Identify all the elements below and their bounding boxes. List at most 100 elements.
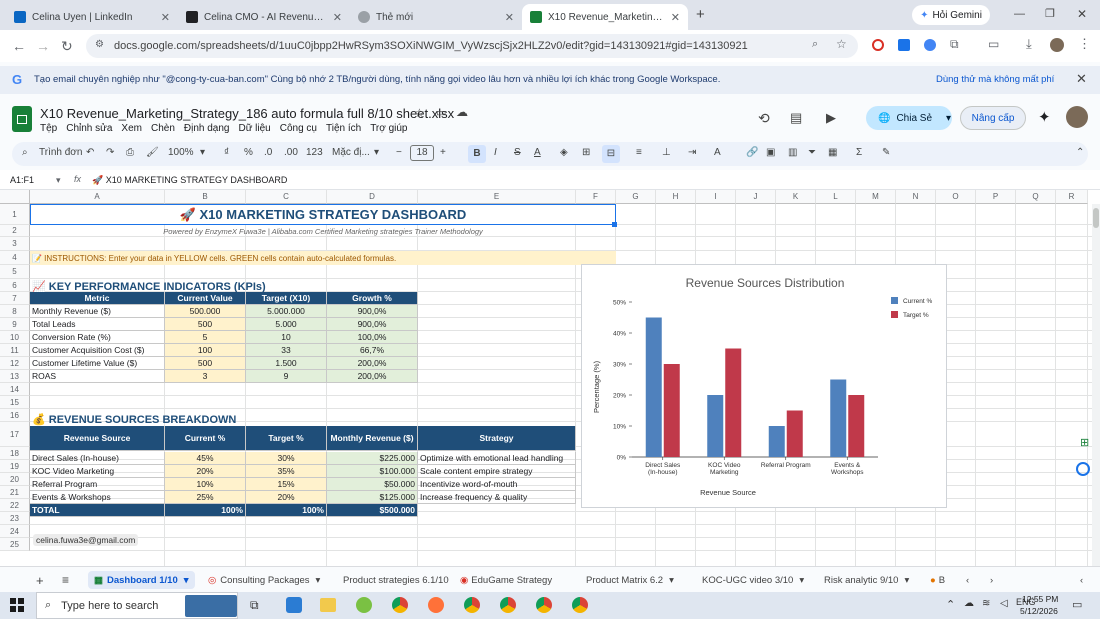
print-icon[interactable]: ⎙: [126, 147, 134, 158]
functions-icon[interactable]: Σ: [856, 147, 862, 158]
row-header[interactable]: 14: [0, 383, 30, 396]
column-header[interactable]: O: [936, 190, 976, 204]
reload-icon[interactable]: ↻: [61, 38, 73, 55]
vertical-scrollbar[interactable]: [1092, 204, 1100, 566]
row-header[interactable]: 1: [0, 204, 30, 225]
kpi-cell[interactable]: Total Leads: [30, 318, 165, 331]
zoom-icon[interactable]: ⌕: [812, 38, 818, 51]
formula-input[interactable]: 🚀 X10 MARKETING STRATEGY DASHBOARD: [92, 175, 287, 186]
column-header[interactable]: H: [656, 190, 696, 204]
menu-edit[interactable]: Chỉnh sửa: [66, 123, 112, 134]
revenue-cell[interactable]: $100.000: [327, 465, 418, 478]
kpi-cell[interactable]: 500: [165, 357, 246, 370]
tab-b[interactable]: ● B: [924, 571, 951, 589]
link-icon[interactable]: 🔗: [746, 147, 758, 158]
row-header[interactable]: 9: [0, 318, 30, 331]
revenue-cell[interactable]: 20%: [165, 465, 246, 478]
row-header[interactable]: 10: [0, 331, 30, 344]
kpi-cell[interactable]: 5.000.000: [246, 305, 327, 318]
revenue-cell[interactable]: Direct Sales (In-house): [30, 452, 165, 465]
revenue-cell[interactable]: Scale content empire strategy: [418, 465, 576, 478]
row-header[interactable]: 18: [0, 447, 30, 460]
chrome-icon[interactable]: [392, 597, 408, 613]
notification-icon[interactable]: ▭: [1072, 598, 1082, 611]
number-format-button[interactable]: 123: [306, 147, 323, 158]
kpi-cell[interactable]: 10: [246, 331, 327, 344]
filter-icon[interactable]: ⏷: [808, 147, 816, 158]
column-header[interactable]: D: [327, 190, 418, 204]
column-header[interactable]: G: [616, 190, 656, 204]
kpi-cell[interactable]: 200,0%: [327, 370, 418, 383]
tab-product-strategies[interactable]: Product strategies 6.1/10: [337, 571, 455, 589]
move-folder-icon[interactable]: ▭: [436, 106, 446, 119]
menu-tools[interactable]: Công cụ: [280, 123, 317, 134]
tab-consulting-packages[interactable]: ◎ Consulting Packages ▾: [202, 571, 326, 589]
column-header[interactable]: N: [896, 190, 936, 204]
menu-search[interactable]: Trình đơn: [39, 147, 82, 158]
revenue-cell[interactable]: 25%: [165, 491, 246, 504]
row-header[interactable]: 12: [0, 357, 30, 370]
close-icon[interactable]: ✕: [161, 11, 170, 24]
kpi-cell[interactable]: 500.000: [165, 305, 246, 318]
column-header[interactable]: J: [736, 190, 776, 204]
menu-insert[interactable]: Chèn: [151, 123, 175, 134]
meet-icon[interactable]: ▶: [826, 110, 836, 126]
doc-title[interactable]: X10 Revenue_Marketing_Strategy_186 auto …: [40, 106, 454, 121]
font-size-input[interactable]: 18: [410, 145, 434, 161]
sidebar-collapse-icon[interactable]: ‹: [1074, 571, 1089, 589]
row-header[interactable]: 25: [0, 538, 30, 551]
chrome-profile-icon[interactable]: [500, 597, 516, 613]
font-select[interactable]: Mặc đị...: [332, 147, 370, 158]
kpi-cell[interactable]: 9: [246, 370, 327, 383]
volume-icon[interactable]: ◁: [1000, 598, 1008, 609]
row-header[interactable]: 2: [0, 225, 30, 237]
revenue-cell[interactable]: $125.000: [327, 491, 418, 504]
kpi-cell[interactable]: 100,0%: [327, 331, 418, 344]
insert-comment-icon[interactable]: ▣: [766, 147, 775, 158]
network-icon[interactable]: ☁: [964, 598, 974, 609]
menu-view[interactable]: Xem: [121, 123, 142, 134]
copilot-icon[interactable]: [286, 597, 302, 613]
column-header[interactable]: R: [1056, 190, 1088, 204]
name-box[interactable]: A1:F1: [10, 175, 34, 185]
translate-icon[interactable]: [898, 39, 910, 51]
currency-format-button[interactable]: ₫: [224, 147, 229, 158]
kpi-cell[interactable]: ROAS: [30, 370, 165, 383]
row-header[interactable]: 5: [0, 265, 30, 279]
taskbar-date[interactable]: 5/12/2026: [1020, 606, 1058, 616]
kpi-cell[interactable]: 500: [165, 318, 246, 331]
chrome-profile-icon[interactable]: [464, 597, 480, 613]
align-vertical-icon[interactable]: ⊥: [662, 147, 671, 158]
fill-color-icon[interactable]: ◈: [560, 147, 568, 158]
task-view-icon[interactable]: ⧉: [250, 598, 259, 613]
text-rotate-icon[interactable]: A: [714, 147, 721, 158]
browser-tab-new[interactable]: Thẻ mới ✕: [350, 4, 522, 30]
kpi-cell[interactable]: 200,0%: [327, 357, 418, 370]
kpi-cell[interactable]: Monthly Revenue ($): [30, 305, 165, 318]
kpi-cell[interactable]: Customer Acquisition Cost ($): [30, 344, 165, 357]
share-button[interactable]: 🌐 Chia Sẻ ▾: [866, 106, 952, 130]
font-size-decrease-icon[interactable]: −: [396, 147, 402, 158]
strikethrough-button[interactable]: S: [514, 147, 521, 158]
row-header[interactable]: 20: [0, 473, 30, 486]
window-close-icon[interactable]: ✕: [1077, 7, 1087, 21]
italic-button[interactable]: I: [494, 147, 497, 158]
row-header[interactable]: 11: [0, 344, 30, 357]
kpi-cell[interactable]: 33: [246, 344, 327, 357]
revenue-cell[interactable]: 20%: [246, 491, 327, 504]
more-menu-icon[interactable]: ⋮: [1078, 36, 1091, 52]
promo-close-icon[interactable]: ✕: [1076, 71, 1087, 87]
menu-file[interactable]: Tệp: [40, 123, 57, 134]
column-header[interactable]: A: [30, 190, 165, 204]
promo-cta-link[interactable]: Dùng thử mà không mất phí: [936, 74, 1054, 85]
kpi-cell[interactable]: 900,0%: [327, 305, 418, 318]
row-header[interactable]: 22: [0, 499, 30, 512]
add-sheet-button[interactable]: +: [30, 571, 50, 589]
revenue-cell[interactable]: 30%: [246, 452, 327, 465]
scroll-tabs-left-icon[interactable]: ‹: [960, 571, 975, 589]
all-sheets-icon[interactable]: ≡: [56, 571, 75, 589]
revenue-cell[interactable]: KOC Video Marketing: [30, 465, 165, 478]
revenue-cell[interactable]: Optimize with emotional lead handling: [418, 452, 576, 465]
chrome-profile-icon[interactable]: [572, 597, 588, 613]
revenue-cell[interactable]: 15%: [246, 478, 327, 491]
